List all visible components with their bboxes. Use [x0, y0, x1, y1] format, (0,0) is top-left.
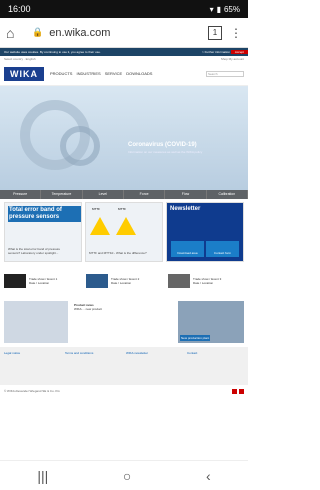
promo-mttf[interactable]: MTTF MTTF MTTF and MTTFd - What is the d…: [85, 202, 163, 262]
copyright-text: © WIKA Alexander Wiegand SE & Co. KG: [4, 389, 60, 393]
hero-title: Coronavirus (COVID-19): [128, 142, 197, 148]
social-links: [232, 388, 244, 394]
android-nav-bar: ||| ○ ‹: [0, 460, 248, 490]
more-options-icon[interactable]: ⋮: [230, 26, 242, 40]
home-button-icon[interactable]: ○: [123, 468, 131, 484]
site-header: WIKA PRODUCTS INDUSTRIES SERVICE DOWNLOA…: [0, 62, 248, 86]
main-nav: PRODUCTS INDUSTRIES SERVICE DOWNLOADS: [50, 71, 152, 76]
promo-mttf-caption: MTTF and MTTFd - What is the difference?: [89, 251, 147, 255]
mttf-label-right: MTTF: [118, 207, 126, 211]
promo-newsletter[interactable]: Newsletter Download area Contact form: [166, 202, 244, 262]
back-icon[interactable]: ‹: [206, 468, 211, 484]
event-date: Date / Location: [29, 281, 50, 285]
product-image[interactable]: [4, 301, 68, 343]
social-icon[interactable]: [239, 388, 244, 394]
promo-error-band-caption: What is the total error band of pressure…: [8, 247, 61, 255]
promo-newsletter-title: Newsletter: [170, 206, 201, 212]
product-news[interactable]: Product news WIKA ... new product: [72, 301, 174, 343]
home-icon[interactable]: ⌂: [6, 25, 24, 41]
footer-terms[interactable]: Terms and conditions: [65, 351, 122, 381]
footer-newsletter[interactable]: WIKA newsletter: [126, 351, 183, 381]
category-pressure[interactable]: Pressure: [0, 190, 42, 199]
category-calibration[interactable]: Calibration: [207, 190, 248, 199]
nav-downloads[interactable]: DOWNLOADS: [126, 71, 152, 76]
category-bar: Pressure Temperature Level Force Flow Ca…: [0, 190, 248, 199]
wika-logo[interactable]: WIKA: [4, 66, 44, 81]
hero-banner[interactable]: Coronavirus (COVID-19) Information on ou…: [0, 86, 248, 190]
event-text: Trade show / Event 1 Date / Location: [29, 277, 57, 285]
event-item[interactable]: Trade show / Event 1 Date / Location: [4, 274, 80, 288]
event-date: Date / Location: [111, 281, 132, 285]
account-links[interactable]: Shop My account: [221, 57, 244, 61]
category-flow[interactable]: Flow: [165, 190, 207, 199]
nav-industries[interactable]: INDUSTRIES: [76, 71, 100, 76]
event-date: Date / Location: [193, 281, 214, 285]
nav-service[interactable]: SERVICE: [105, 71, 123, 76]
signal-icon: ▮: [216, 4, 221, 14]
promo-error-band[interactable]: Total error band of pressure sensors Wha…: [4, 202, 82, 262]
browser-toolbar: ⌂ 🔒 en.wika.com 1 ⋮: [0, 18, 248, 48]
cookie-text: Our website uses cookies. By continuing …: [4, 50, 101, 54]
events-row: Trade show / Event 1 Date / Location Tra…: [0, 265, 248, 297]
tab-switcher-button[interactable]: 1: [208, 25, 222, 40]
battery-level: 65%: [223, 4, 240, 14]
hero-subtitle: Information on our measures as well as t…: [128, 150, 203, 154]
status-bar: 16:00 ▾ ▮ 65%: [0, 0, 248, 18]
nav-products[interactable]: PRODUCTS: [50, 71, 72, 76]
category-force[interactable]: Force: [124, 190, 166, 199]
event-item[interactable]: Trade show / Event 3 Date / Location: [168, 274, 244, 288]
event-text: Trade show / Event 3 Date / Location: [193, 277, 221, 285]
recents-icon[interactable]: |||: [37, 468, 48, 484]
warning-icon: [116, 217, 136, 237]
news-row: Product news WIKA ... new product New pr…: [0, 297, 248, 347]
event-thumbnail: [4, 274, 26, 288]
download-area-tile[interactable]: Download area: [171, 241, 204, 257]
cookie-accept-button[interactable]: Accept: [230, 50, 248, 54]
building-label: New production plant: [180, 335, 211, 341]
building-image[interactable]: New production plant: [178, 301, 244, 343]
address-bar[interactable]: 🔒 en.wika.com: [24, 27, 208, 39]
cookie-more-link[interactable]: > Further information: [202, 50, 230, 54]
site-footer: Legal notice Terms and conditions WIKA n…: [0, 347, 248, 385]
contact-form-tile[interactable]: Contact form: [206, 241, 239, 257]
cookie-banner: Our website uses cookies. By continuing …: [0, 48, 248, 56]
phone-screen: 16:00 ▾ ▮ 65% ⌂ 🔒 en.wika.com 1 ⋮ Our we…: [0, 0, 248, 490]
wifi-icon: ▾: [209, 4, 214, 14]
event-text: Trade show / Event 2 Date / Location: [111, 277, 139, 285]
event-thumbnail: [86, 274, 108, 288]
footer-legal[interactable]: Legal notice: [4, 351, 61, 381]
clock: 16:00: [8, 4, 31, 14]
category-level[interactable]: Level: [83, 190, 124, 199]
social-icon[interactable]: [232, 388, 237, 394]
event-item[interactable]: Trade show / Event 2 Date / Location: [86, 274, 162, 288]
mttf-label-left: MTTF: [92, 207, 100, 211]
warning-icon: [90, 217, 110, 237]
product-news-text: WIKA ... new product: [74, 307, 103, 311]
footer-contact[interactable]: Contact: [187, 351, 244, 381]
search-input[interactable]: Search: [206, 70, 244, 77]
country-select[interactable]: Select country · English: [4, 57, 36, 61]
quick-links: Download area Contact form: [171, 241, 239, 257]
promo-error-band-title: Total error band of pressure sensors: [8, 206, 81, 222]
status-icons: ▾ ▮ 65%: [210, 5, 240, 14]
promo-row: Total error band of pressure sensors Wha…: [0, 199, 248, 265]
lock-icon: 🔒: [32, 27, 44, 37]
url-text: en.wika.com: [49, 26, 111, 39]
gauge-image-detail: [60, 126, 100, 166]
copyright-bar: © WIKA Alexander Wiegand SE & Co. KG: [0, 385, 248, 397]
event-thumbnail: [168, 274, 190, 288]
category-temperature[interactable]: Temperature: [41, 190, 83, 199]
